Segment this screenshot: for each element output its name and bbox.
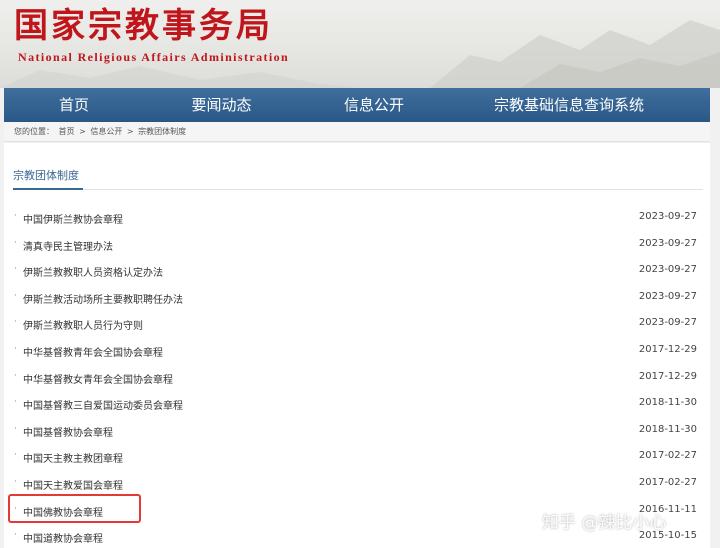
document-link[interactable]: 中国天主教爱国会章程 — [23, 477, 123, 492]
breadcrumb-current: 宗教团体制度 — [138, 127, 187, 136]
list-item: · 伊斯兰教教职人员资格认定办法 2023-09-27 — [4, 256, 710, 283]
bullet-icon: · — [14, 450, 17, 461]
list-item: · 中国伊斯兰教协会章程 2023-09-27 — [4, 203, 710, 230]
document-link[interactable]: 中国伊斯兰教协会章程 — [23, 211, 123, 226]
bullet-icon: · — [14, 317, 17, 328]
breadcrumb-home[interactable]: 首页 — [59, 127, 75, 136]
breadcrumb-separator: > — [126, 127, 134, 136]
document-date: 2023-09-27 — [638, 264, 697, 276]
document-link[interactable]: 中国天主教主教团章程 — [23, 450, 123, 465]
document-link[interactable]: 清真寺民主管理办法 — [23, 238, 113, 253]
list-item: · 中国基督教三自爱国运动委员会章程 2018-11-30 — [4, 389, 710, 416]
list-item: · 中国天主教爱国会章程 2017-02-27 — [4, 469, 710, 496]
nav-item-home[interactable]: 首页 — [4, 88, 144, 122]
document-date: 2023-09-27 — [638, 290, 697, 302]
breadcrumb-prefix: 您的位置： — [14, 127, 54, 136]
document-date: 2023-09-27 — [638, 211, 697, 222]
document-link[interactable]: 中华基督教青年会全国协会章程 — [23, 344, 163, 359]
breadcrumb-separator: > — [79, 127, 86, 136]
nav-item-info-disclosure[interactable]: 信息公开 — [299, 88, 449, 122]
nav-item-news[interactable]: 要闻动态 — [144, 88, 299, 122]
site-logo-chinese[interactable]: 国家宗教事务局 — [14, 6, 273, 46]
list-item: · 中国天主教主教团章程 2017-02-27 — [4, 442, 710, 469]
bullet-icon: · — [14, 423, 17, 434]
main-nav: 首页 要闻动态 信息公开 宗教基础信息查询系统 — [4, 88, 710, 122]
bullet-icon: · — [14, 370, 17, 381]
document-date: 2018-11-30 — [638, 423, 697, 435]
document-link[interactable]: 中华基督教女青年会全国协会章程 — [23, 371, 173, 386]
zhihu-watermark: 知乎 @辣比小心 — [542, 513, 667, 533]
list-item: · 清真寺民主管理办法 2023-09-27 — [4, 230, 710, 257]
breadcrumb-info-disclosure[interactable]: 信息公开 — [90, 127, 122, 136]
section-divider — [13, 189, 703, 190]
bullet-icon: · — [14, 237, 17, 248]
document-date: 2017-12-29 — [638, 370, 697, 382]
bullet-icon: · — [14, 530, 17, 541]
document-date: 2017-12-29 — [638, 343, 697, 355]
list-item: · 伊斯兰教活动场所主要教职聘任办法 2023-09-27 — [4, 283, 710, 310]
document-link[interactable]: 伊斯兰教教职人员行为守则 — [23, 317, 143, 332]
bullet-icon: · — [14, 476, 17, 487]
site-logo-english: National Religious Affairs Administratio… — [18, 50, 290, 64]
main-content: 宗教团体制度 · 中国伊斯兰教协会章程 2023-09-27 · 清真寺民主管理… — [4, 143, 710, 548]
list-item: · 中华基督教青年会全国协会章程 2017-12-29 — [4, 336, 710, 363]
list-item: · 伊斯兰教教职人员行为守则 2023-09-27 — [4, 309, 710, 336]
bullet-icon: · — [14, 264, 17, 275]
site-banner: 国家宗教事务局 National Religious Affairs Admin… — [0, 0, 720, 88]
section-title-underline — [13, 188, 83, 190]
bullet-icon: · — [14, 343, 17, 354]
highlight-box — [8, 494, 141, 523]
document-link[interactable]: 中国道教协会章程 — [23, 530, 103, 545]
breadcrumb: 您的位置： 首页 > 信息公开 > 宗教团体制度 — [4, 122, 710, 142]
bullet-icon: · — [14, 290, 17, 301]
document-date: 2023-09-27 — [638, 317, 697, 329]
list-item: · 中国基督教协会章程 2018-11-30 — [4, 416, 710, 443]
bullet-icon: · — [14, 397, 17, 408]
document-date: 2017-02-27 — [638, 476, 697, 488]
document-date: 2017-02-27 — [638, 450, 697, 462]
document-date: 2018-11-30 — [638, 397, 697, 409]
list-item: · 中华基督教女青年会全国协会章程 2017-12-29 — [4, 363, 710, 390]
document-link[interactable]: 伊斯兰教活动场所主要教职聘任办法 — [23, 291, 183, 306]
section-title: 宗教团体制度 — [13, 169, 79, 182]
document-link[interactable]: 中国基督教协会章程 — [23, 424, 113, 439]
document-link[interactable]: 中国基督教三自爱国运动委员会章程 — [23, 397, 183, 412]
nav-item-religion-query-system[interactable]: 宗教基础信息查询系统 — [449, 88, 689, 122]
document-date: 2023-09-27 — [638, 237, 697, 249]
bullet-icon: · — [14, 211, 17, 221]
document-link[interactable]: 伊斯兰教教职人员资格认定办法 — [23, 264, 163, 279]
